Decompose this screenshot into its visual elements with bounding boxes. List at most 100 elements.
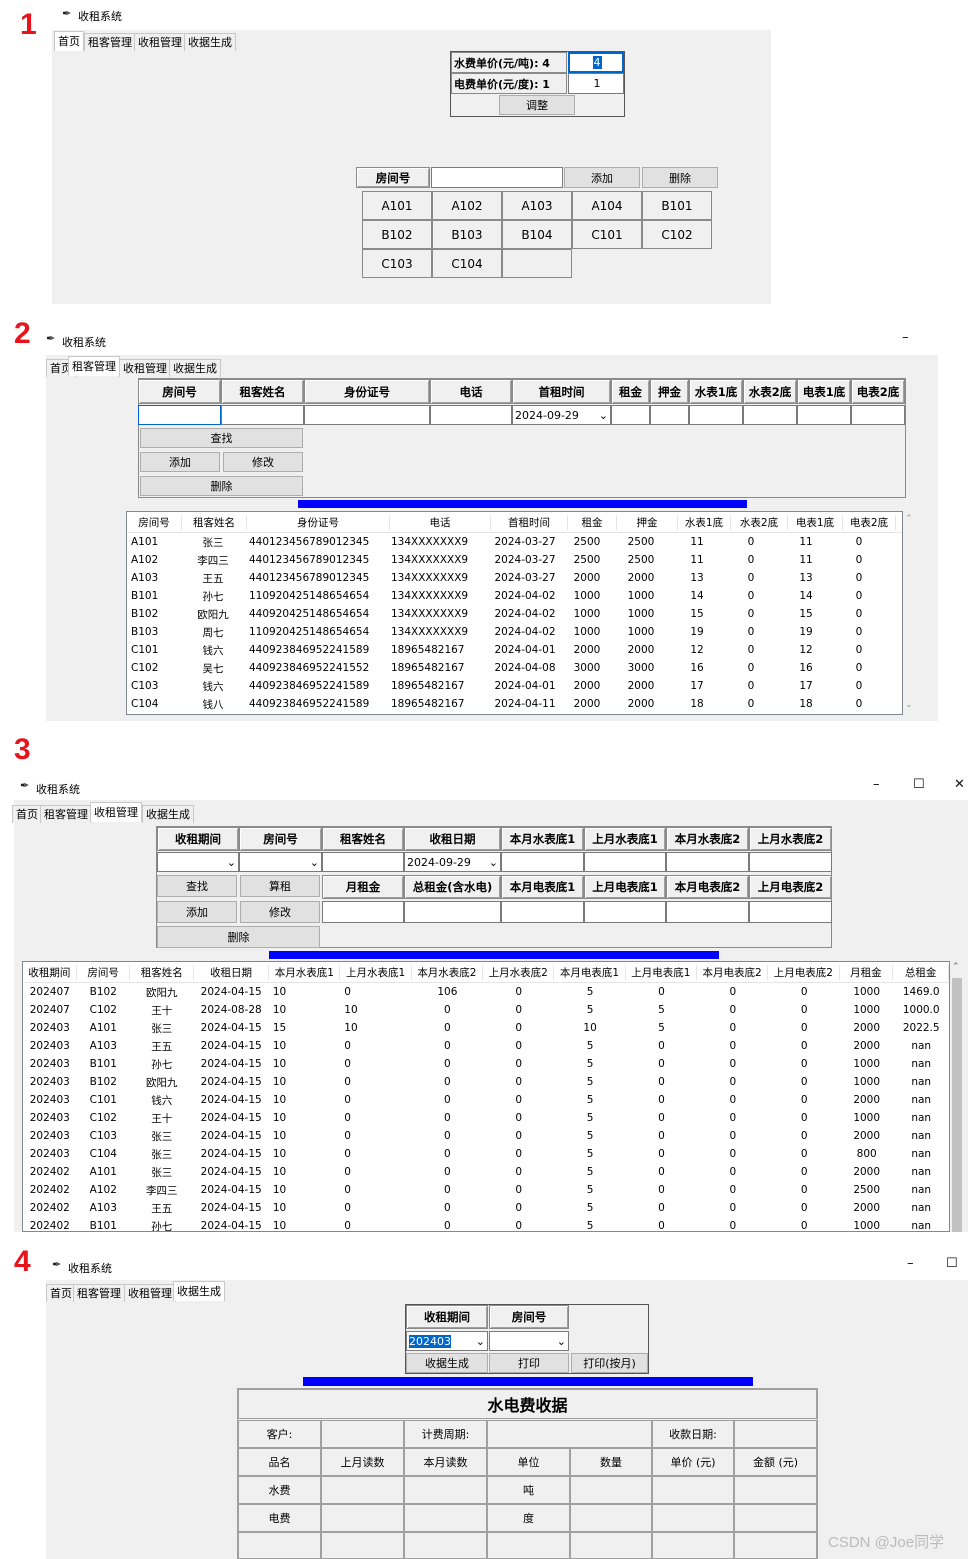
find-rent-button[interactable]: 查找: [157, 875, 237, 897]
column-header[interactable]: 上月电表底2: [768, 964, 840, 980]
column-header[interactable]: 收租期间: [23, 964, 77, 980]
maximize-icon[interactable]: ☐: [946, 1256, 958, 1271]
table-row[interactable]: 202403 A101 张三 2024-04-15 15 10 0 0 10 5 0 0 2000 202…: [23, 1019, 949, 1037]
room-button-a104[interactable]: A104: [572, 191, 642, 220]
column-header[interactable]: 收租日期: [194, 964, 270, 980]
tab-tenant[interactable]: 租客管理: [73, 1284, 125, 1302]
table-row[interactable]: C104 钱八 440923846952241589 18965482167 2024-…: [127, 695, 902, 713]
add-tenant-button[interactable]: 添加: [140, 452, 220, 472]
table-row[interactable]: A103 王五 440123456789012345 134XXXXXXX9 2024-…: [127, 569, 902, 587]
scroll-up-icon[interactable]: ⌃: [905, 514, 913, 524]
tab-home[interactable]: 首页: [46, 1284, 76, 1302]
table-row[interactable]: 202407 B102 欧阳九 2024-04-15 10 0 106 0 5 0 0 0 1000 14…: [23, 983, 949, 1001]
table-row[interactable]: 202403 C103 张三 2024-04-15 10 0 0 0 5 0 0 0 2000 nan: [23, 1127, 949, 1145]
scroll-up-icon[interactable]: ⌃: [952, 962, 960, 972]
rent-select-0[interactable]: ⌄: [157, 852, 239, 872]
table-row[interactable]: 202402 A103 王五 2024-04-15 10 0 0 0 5 0 0 0 2000 nan: [23, 1199, 949, 1217]
rent-select-1[interactable]: ⌄: [239, 852, 322, 872]
room-button-a101[interactable]: A101: [362, 191, 432, 220]
room-select[interactable]: ⌄: [489, 1331, 569, 1351]
rent-input-7[interactable]: [749, 852, 832, 872]
tenant-input-2[interactable]: [304, 405, 430, 425]
table-row[interactable]: 202402 A102 李四三 2024-04-15 10 0 0 0 5 0 0 0 2500 nan: [23, 1181, 949, 1199]
column-header[interactable]: 月租金: [840, 964, 894, 980]
rent-input-2[interactable]: [322, 852, 404, 872]
tab-home[interactable]: 首页: [54, 31, 84, 51]
room-button-b101[interactable]: B101: [642, 191, 712, 220]
column-header[interactable]: 本月电表底2: [697, 964, 769, 980]
print-button[interactable]: 打印: [489, 1353, 569, 1373]
tab-rent[interactable]: 收租管理: [90, 802, 142, 822]
column-header[interactable]: 租金: [568, 514, 617, 530]
scrollbar-thumb[interactable]: [952, 978, 962, 1232]
tenant-input-1[interactable]: [221, 405, 304, 425]
minimize-icon[interactable]: –: [902, 330, 909, 345]
tab-tenant[interactable]: 租客管理: [84, 33, 136, 51]
column-header[interactable]: 房间号: [77, 964, 131, 980]
room-button-b104[interactable]: B104: [502, 220, 572, 249]
table-row[interactable]: 202402 B101 孙七 2024-04-15 10 0 0 0 5 0 0 0 1000 nan: [23, 1217, 949, 1231]
table-row[interactable]: A102 李四三 440123456789012345 134XXXXXXX9 2024…: [127, 551, 902, 569]
adjust-button[interactable]: 调整: [499, 95, 575, 115]
period-select[interactable]: 202403 ⌄: [406, 1331, 488, 1351]
rent-input-5[interactable]: [584, 852, 666, 872]
column-header[interactable]: 首租时间: [491, 514, 568, 530]
rent-mid-input-1[interactable]: [404, 901, 501, 923]
tab-rent[interactable]: 收租管理: [134, 33, 186, 51]
tab-home[interactable]: 首页: [12, 805, 42, 823]
minimize-icon[interactable]: –: [907, 1256, 914, 1271]
delete-tenant-button[interactable]: 删除: [140, 476, 303, 496]
tenant-input-10[interactable]: [851, 405, 905, 425]
delete-rent-button[interactable]: 删除: [157, 926, 320, 948]
room-button-c102[interactable]: C102: [642, 220, 712, 249]
rent-mid-input-4[interactable]: [666, 901, 749, 923]
column-header[interactable]: 水表2底: [731, 514, 788, 530]
column-header[interactable]: 总租金: [893, 964, 949, 980]
table-row[interactable]: 202403 C101 钱六 2024-04-15 10 0 0 0 5 0 0 0 2000 nan: [23, 1091, 949, 1109]
first-rent-date-select[interactable]: 2024-09-29 ⌄: [512, 405, 611, 425]
tab-receipt[interactable]: 收据生成: [169, 359, 221, 377]
tenant-input-6[interactable]: [650, 405, 689, 425]
add-room-button[interactable]: 添加: [564, 167, 640, 188]
tenant-input-7[interactable]: [689, 405, 743, 425]
table-row[interactable]: 202402 A101 张三 2024-04-15 10 0 0 0 5 0 0 0 2000 nan: [23, 1163, 949, 1181]
column-header[interactable]: 本月水表底1: [269, 964, 341, 980]
table-row[interactable]: A101 张三 440123456789012345 134XXXXXXX9 2024-…: [127, 533, 902, 551]
column-header[interactable]: 上月水表底1: [340, 964, 412, 980]
table-row[interactable]: 202403 C104 张三 2024-04-15 10 0 0 0 5 0 0 0 800 nan: [23, 1145, 949, 1163]
room-button-a103[interactable]: A103: [502, 191, 572, 220]
generate-receipt-button[interactable]: 收据生成: [406, 1353, 488, 1373]
rent-mid-input-3[interactable]: [584, 901, 666, 923]
table-row[interactable]: 202403 A103 王五 2024-04-15 10 0 0 0 5 0 0 0 2000 nan: [23, 1037, 949, 1055]
tab-receipt[interactable]: 收据生成: [142, 805, 194, 823]
scroll-down-icon[interactable]: ⌄: [905, 700, 913, 710]
column-header[interactable]: 电话: [390, 514, 491, 530]
room-button-c101[interactable]: C101: [572, 220, 642, 249]
rent-input-6[interactable]: [666, 852, 749, 872]
column-header[interactable]: 本月电表底1: [554, 964, 626, 980]
tenant-input-8[interactable]: [743, 405, 797, 425]
table-row[interactable]: 202403 B101 孙七 2024-04-15 10 0 0 0 5 0 0 0 1000 nan: [23, 1055, 949, 1073]
tab-rent[interactable]: 收租管理: [124, 1284, 176, 1302]
edit-tenant-button[interactable]: 修改: [223, 452, 303, 472]
rent-mid-input-0[interactable]: [322, 901, 404, 923]
water-price-input[interactable]: 4: [568, 52, 624, 73]
rent-input-4[interactable]: [501, 852, 584, 872]
edit-rent-button[interactable]: 修改: [240, 901, 320, 923]
room-input[interactable]: [431, 167, 563, 188]
tab-rent[interactable]: 收租管理: [119, 359, 171, 377]
add-rent-button[interactable]: 添加: [157, 901, 237, 923]
column-header[interactable]: 租客姓名: [130, 964, 194, 980]
room-button-a102[interactable]: A102: [432, 191, 502, 220]
column-header[interactable]: 本月水表底2: [412, 964, 484, 980]
rent-select-3[interactable]: 2024-09-29 ⌄: [404, 852, 501, 872]
column-header[interactable]: 水表1底: [678, 514, 731, 530]
table-row[interactable]: 202407 C102 王十 2024-08-28 10 10 0 0 5 5 0 0 1000 1000…: [23, 1001, 949, 1019]
table-row[interactable]: B102 欧阳九 440920425148654654 134XXXXXXX9 2024…: [127, 605, 902, 623]
column-header[interactable]: 房间号: [127, 514, 182, 530]
room-button-c103[interactable]: C103: [362, 249, 432, 278]
close-icon[interactable]: ✕: [954, 777, 965, 792]
delete-room-button[interactable]: 删除: [642, 167, 718, 188]
tab-tenant[interactable]: 租客管理: [68, 356, 120, 376]
table-row[interactable]: 202403 C102 王十 2024-04-15 10 0 0 0 5 0 0 0 1000 nan: [23, 1109, 949, 1127]
